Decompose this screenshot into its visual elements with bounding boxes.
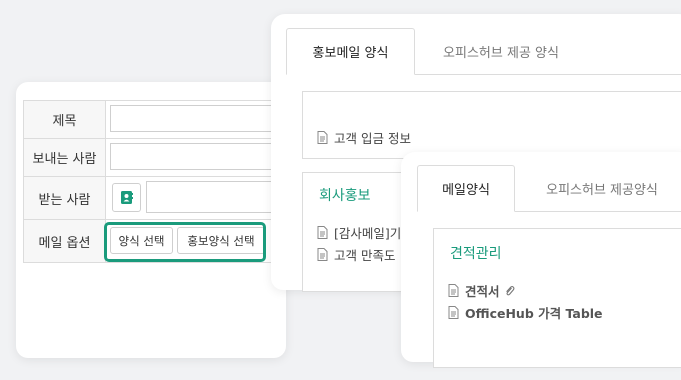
list-item-label: 고객 만족도	[334, 248, 396, 263]
recipient-label: 받는 사람	[23, 177, 106, 219]
tab-officehub-template[interactable]: 오피스허브 제공양식	[527, 165, 677, 211]
sender-input[interactable]	[110, 143, 286, 170]
list-item-label: OfficeHub 가격 Table	[465, 306, 603, 321]
list-item[interactable]: 고객 만족도	[317, 245, 395, 264]
promo-template-select-button[interactable]: 홍보양식 선택	[177, 227, 265, 254]
mail-compose-card: 제목 보내는 사람 받는 사람 메일 옵션 양식 선택 홍보양식 선택	[16, 82, 286, 358]
promo-tabs: 홍보메일 양식 오피스허브 제공 양식	[286, 28, 681, 75]
subject-input[interactable]	[110, 105, 286, 132]
recipient-row: 받는 사람	[23, 177, 286, 220]
list-item-label: 고객 입금 정보	[334, 131, 411, 146]
address-book-icon	[121, 191, 133, 204]
list-item[interactable]: [감사메일]기	[317, 223, 401, 242]
list-item[interactable]: 견적서	[448, 281, 521, 300]
mail-template-tabs: 메일양식 오피스허브 제공양식	[417, 165, 681, 212]
promo-group-box: 고객 입금 정보	[302, 91, 681, 159]
section-title: 회사홍보	[319, 188, 371, 204]
document-icon	[317, 226, 328, 239]
section-title: 견적관리	[450, 246, 502, 262]
mail-template-card: 메일양식 오피스허브 제공양식 견적관리 견적서 OfficeHub 가격 Ta…	[401, 152, 681, 368]
document-icon	[448, 306, 459, 319]
template-select-button[interactable]: 양식 선택	[110, 227, 173, 254]
mail-form-table: 제목 보내는 사람 받는 사람 메일 옵션 양식 선택 홍보양식 선택	[23, 100, 286, 263]
list-item[interactable]: 고객 입금 정보	[317, 128, 411, 147]
list-item[interactable]: OfficeHub 가격 Table	[448, 303, 603, 322]
mail-option-row: 메일 옵션 양식 선택 홍보양식 선택	[23, 220, 286, 263]
sender-row: 보내는 사람	[23, 139, 286, 177]
tab-promo-mail[interactable]: 홍보메일 양식	[286, 28, 415, 75]
list-item-label: [감사메일]기	[334, 226, 402, 241]
sender-label: 보내는 사람	[23, 139, 106, 176]
document-icon	[448, 284, 459, 297]
subject-row: 제목	[23, 101, 286, 139]
estimate-section-box: 견적관리 견적서 OfficeHub 가격 Table	[433, 228, 681, 368]
paperclip-icon	[505, 285, 514, 295]
tab-mail-template[interactable]: 메일양식	[417, 165, 515, 212]
recipient-input[interactable]	[146, 181, 286, 213]
subject-label: 제목	[23, 101, 106, 138]
tab-officehub-provided[interactable]: 오피스허브 제공 양식	[426, 28, 576, 74]
list-item-label: 견적서	[465, 284, 500, 299]
document-icon	[317, 131, 328, 144]
document-icon	[317, 248, 328, 261]
address-book-button[interactable]	[112, 183, 141, 212]
mail-option-label: 메일 옵션	[23, 220, 106, 262]
